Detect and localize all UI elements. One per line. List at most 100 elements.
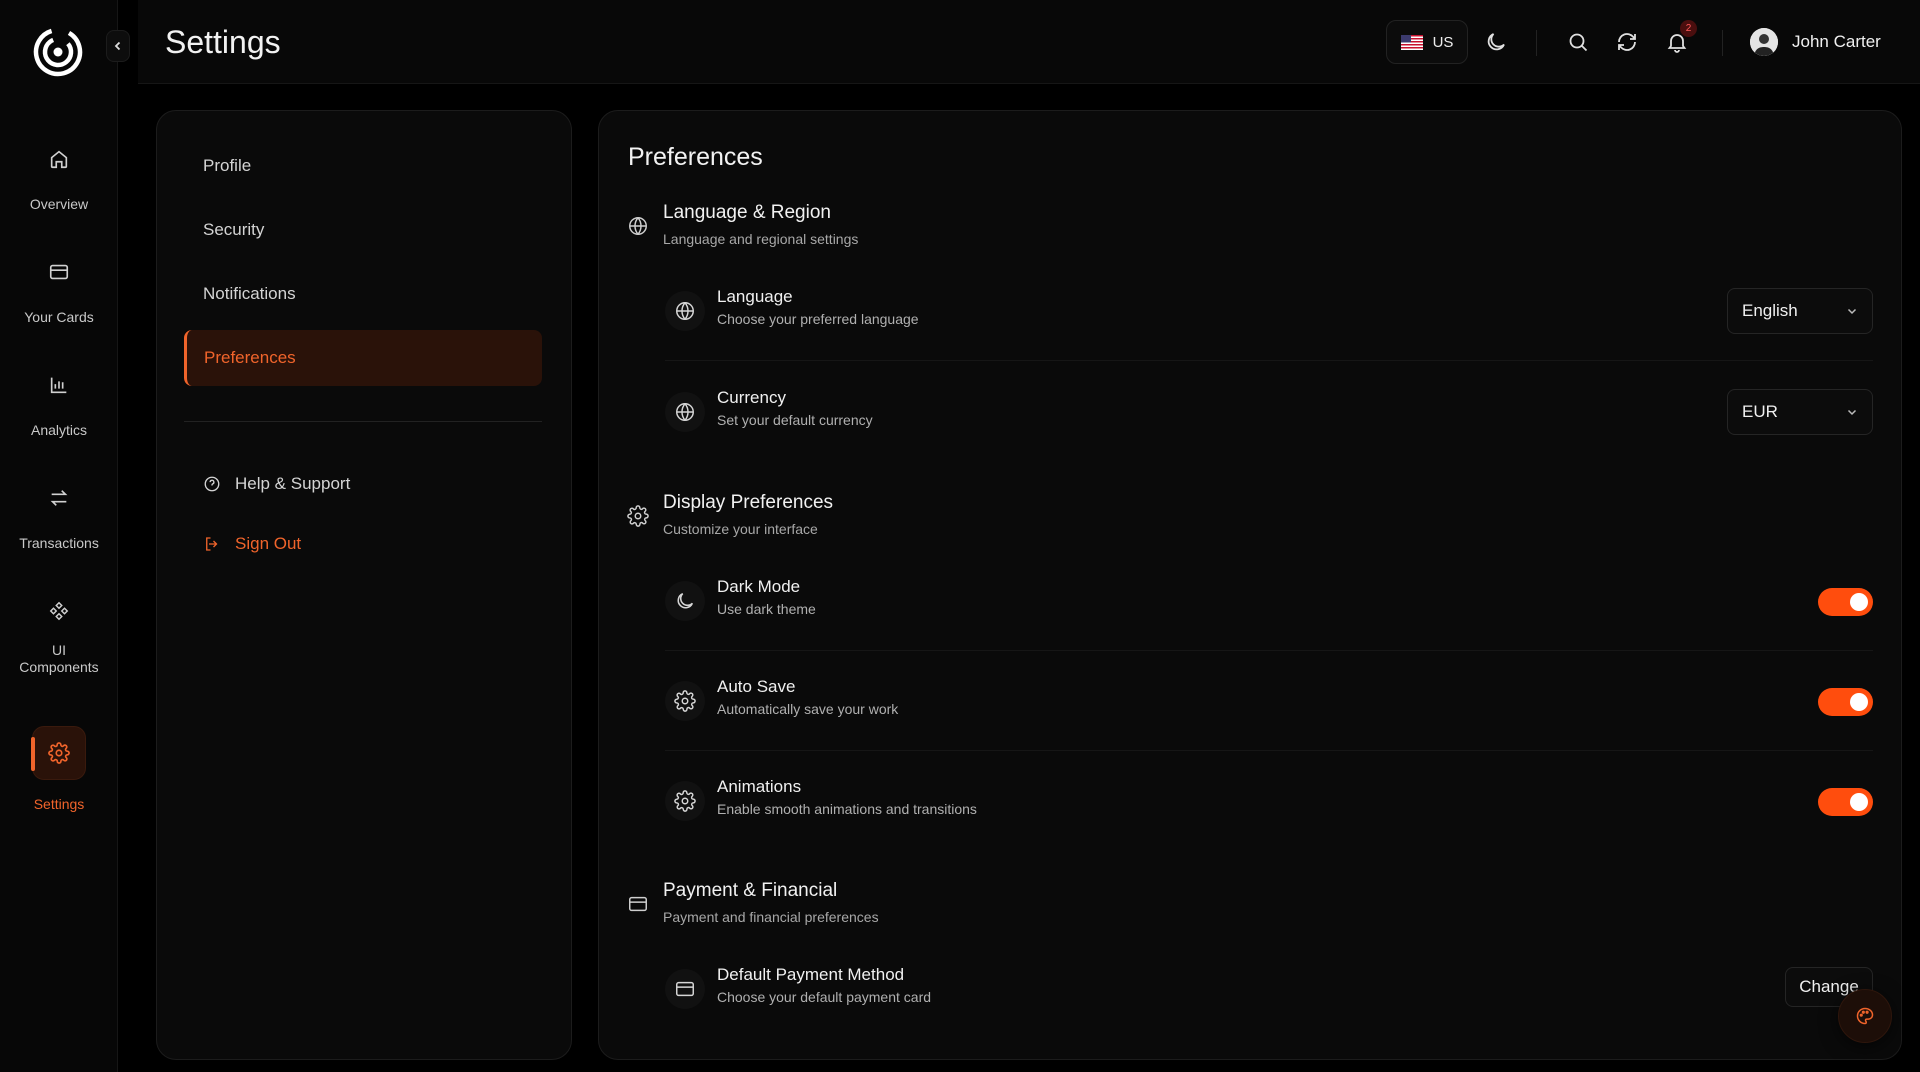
setting-subtitle: Automatically save your work (717, 701, 899, 717)
nav-settings[interactable]: Settings (0, 726, 118, 813)
moon-icon[interactable] (1484, 30, 1508, 54)
nav-label: Transactions (19, 535, 99, 551)
menu-item-security[interactable]: Security (184, 202, 542, 258)
section-payment-financial: Payment & Financial Payment and financia… (627, 879, 879, 925)
setting-subtitle: Choose your default payment card (717, 989, 932, 1005)
settings-menu: Profile Security Notifications Preferenc… (156, 110, 572, 1060)
sign-out-link[interactable]: Sign Out (203, 534, 301, 554)
user-name[interactable]: John Carter (1792, 32, 1881, 52)
collapse-sidebar-button[interactable] (106, 30, 130, 62)
app-logo[interactable] (32, 26, 84, 78)
currency-value: EUR (1742, 402, 1778, 421)
chevron-left-icon (114, 41, 121, 51)
row-icon (665, 969, 705, 1009)
nav-label: Settings (33, 796, 85, 812)
currency-select[interactable]: EUR (1727, 389, 1873, 435)
gear-icon (48, 742, 70, 764)
card-icon (629, 896, 647, 912)
nav-label: Analytics (30, 422, 88, 438)
row-icon (665, 392, 705, 432)
section-subtitle: Customize your interface (663, 521, 818, 537)
refresh-icon[interactable] (1615, 30, 1639, 54)
section-title: Display Preferences (663, 492, 834, 513)
globe-icon (676, 403, 694, 421)
section-subtitle: Payment and financial preferences (663, 909, 879, 925)
home-icon (50, 150, 68, 169)
toggle-knob (1850, 593, 1868, 611)
locale-label: US (1432, 33, 1454, 51)
nav-label: Your Cards (24, 309, 94, 325)
setting-subtitle: Use dark theme (717, 601, 816, 617)
preferences-panel: Preferences Language & Region Language a… (598, 110, 1902, 1060)
menu-divider (184, 421, 542, 422)
us-flag-icon (1400, 34, 1423, 50)
nav-label: Overview (29, 196, 89, 212)
components-icon (49, 601, 69, 621)
divider (1722, 30, 1723, 56)
app-sidebar: Overview Your Cards Analytics Transactio… (0, 0, 118, 1072)
card-icon (49, 264, 69, 280)
gear-icon (674, 790, 696, 812)
setting-row-currency: Currency Set your default currency EUR (665, 372, 1873, 462)
page-title: Settings (165, 24, 281, 60)
menu-item-profile[interactable]: Profile (184, 138, 542, 194)
menu-item-notifications[interactable]: Notifications (184, 266, 542, 322)
menu-item-preferences[interactable]: Preferences (184, 330, 542, 386)
setting-row-dark-mode: Dark Mode Use dark theme (665, 561, 1873, 651)
theme-palette-button[interactable] (1838, 989, 1892, 1043)
help-icon (204, 476, 220, 492)
auto-save-toggle[interactable] (1818, 688, 1873, 716)
section-language-region: Language & Region Language and regional … (627, 201, 858, 247)
setting-row-language: Language Choose your preferred language … (665, 271, 1873, 361)
globe-icon (676, 302, 694, 320)
gear-icon (627, 505, 649, 527)
toggle-knob (1850, 693, 1868, 711)
nav-your-cards[interactable]: Your Cards (0, 261, 118, 326)
setting-title: Default Payment Method (717, 965, 905, 984)
avatar[interactable] (1750, 28, 1778, 56)
panel-title: Preferences (628, 143, 763, 171)
palette-icon (1856, 1007, 1874, 1025)
top-bar: Settings US 2 John Carter (138, 0, 1920, 84)
notification-badge: 2 (1680, 20, 1697, 37)
section-display-preferences: Display Preferences Customize your inter… (627, 491, 833, 537)
search-icon[interactable] (1566, 30, 1590, 54)
help-support-label: Help & Support (235, 474, 351, 493)
user-icon (1750, 28, 1778, 56)
section-title: Language & Region (663, 202, 831, 223)
setting-row-auto-save: Auto Save Automatically save your work (665, 661, 1873, 751)
help-support-link[interactable]: Help & Support (203, 474, 350, 494)
swap-icon (50, 490, 68, 506)
setting-row-animations: Animations Enable smooth animations and … (665, 761, 1873, 851)
card-icon (676, 981, 694, 997)
dark-mode-toggle[interactable] (1818, 588, 1873, 616)
nav-settings-highlight (31, 726, 86, 780)
chevron-down-icon (1847, 308, 1857, 315)
gear-icon (674, 690, 696, 712)
nav-analytics[interactable]: Analytics (0, 374, 118, 439)
row-icon (665, 581, 705, 621)
sign-out-icon (206, 537, 218, 551)
row-icon (665, 291, 705, 331)
setting-subtitle: Enable smooth animations and transitions (717, 801, 977, 817)
nav-ui-components[interactable]: UI Components (0, 600, 118, 676)
section-subtitle: Language and regional settings (663, 231, 859, 247)
nav-overview[interactable]: Overview (0, 148, 118, 213)
nav-transactions[interactable]: Transactions (0, 487, 118, 552)
language-value: English (1742, 301, 1798, 320)
setting-subtitle: Set your default currency (717, 412, 873, 428)
language-select[interactable]: English (1727, 288, 1873, 334)
setting-row-default-payment: Default Payment Method Choose your defau… (665, 949, 1873, 1039)
row-icon (665, 781, 705, 821)
setting-title: Currency (717, 388, 786, 407)
section-title: Payment & Financial (663, 880, 838, 901)
toggle-knob (1850, 793, 1868, 811)
setting-title: Animations (717, 777, 802, 796)
locale-selector[interactable]: US (1386, 20, 1468, 64)
animations-toggle[interactable] (1818, 788, 1873, 816)
setting-subtitle: Choose your preferred language (717, 311, 919, 327)
setting-title: Auto Save (717, 677, 796, 696)
row-icon (665, 681, 705, 721)
bar-chart-icon (50, 377, 67, 394)
nav-label: UI Components (19, 642, 99, 675)
